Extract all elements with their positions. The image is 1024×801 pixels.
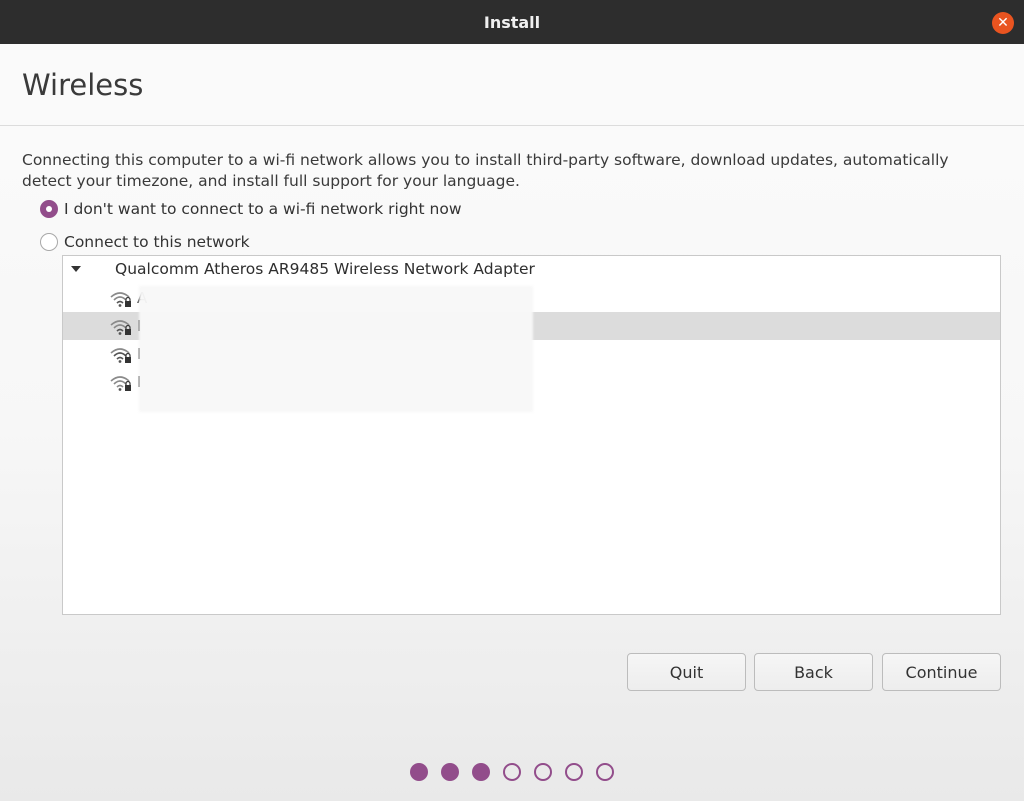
wifi-secure-icon bbox=[110, 376, 131, 391]
progress-dot-complete bbox=[472, 763, 490, 781]
redaction-overlay bbox=[139, 286, 533, 412]
adapter-label: Qualcomm Atheros AR9485 Wireless Network… bbox=[115, 260, 535, 278]
wifi-secure-icon bbox=[110, 292, 131, 307]
option-connect-label: Connect to this network bbox=[64, 233, 250, 251]
progress-dot-complete bbox=[410, 763, 428, 781]
close-icon[interactable]: ✕ bbox=[992, 12, 1014, 34]
quit-button[interactable]: Quit bbox=[627, 653, 746, 691]
main-content: Connecting this computer to a wi-fi netw… bbox=[0, 126, 1024, 801]
progress-dot-pending bbox=[596, 763, 614, 781]
back-button[interactable]: Back bbox=[754, 653, 873, 691]
progress-dot-pending bbox=[534, 763, 552, 781]
adapter-row[interactable]: Qualcomm Atheros AR9485 Wireless Network… bbox=[63, 256, 1000, 284]
radio-selected-icon[interactable] bbox=[40, 200, 58, 218]
wifi-secure-icon bbox=[110, 348, 131, 363]
option-connect[interactable]: Connect to this network bbox=[40, 233, 250, 251]
title-bar: Install ✕ bbox=[0, 0, 1024, 44]
progress-dots bbox=[0, 763, 1024, 781]
progress-dot-complete bbox=[441, 763, 459, 781]
wifi-secure-icon bbox=[110, 320, 131, 335]
progress-dot-pending bbox=[503, 763, 521, 781]
window-title: Install bbox=[483, 12, 541, 32]
option-no-connect[interactable]: I don't want to connect to a wi-fi netwo… bbox=[40, 200, 462, 218]
expand-arrow-icon[interactable] bbox=[71, 266, 81, 272]
network-list[interactable]: Qualcomm Atheros AR9485 Wireless Network… bbox=[62, 255, 1001, 615]
radio-unselected-icon[interactable] bbox=[40, 233, 58, 251]
description-text: Connecting this computer to a wi-fi netw… bbox=[22, 151, 949, 190]
page-title: Wireless bbox=[22, 68, 144, 102]
page-header: Wireless bbox=[0, 44, 1024, 126]
continue-button[interactable]: Continue bbox=[882, 653, 1001, 691]
progress-dot-pending bbox=[565, 763, 583, 781]
option-no-connect-label: I don't want to connect to a wi-fi netwo… bbox=[64, 200, 462, 218]
